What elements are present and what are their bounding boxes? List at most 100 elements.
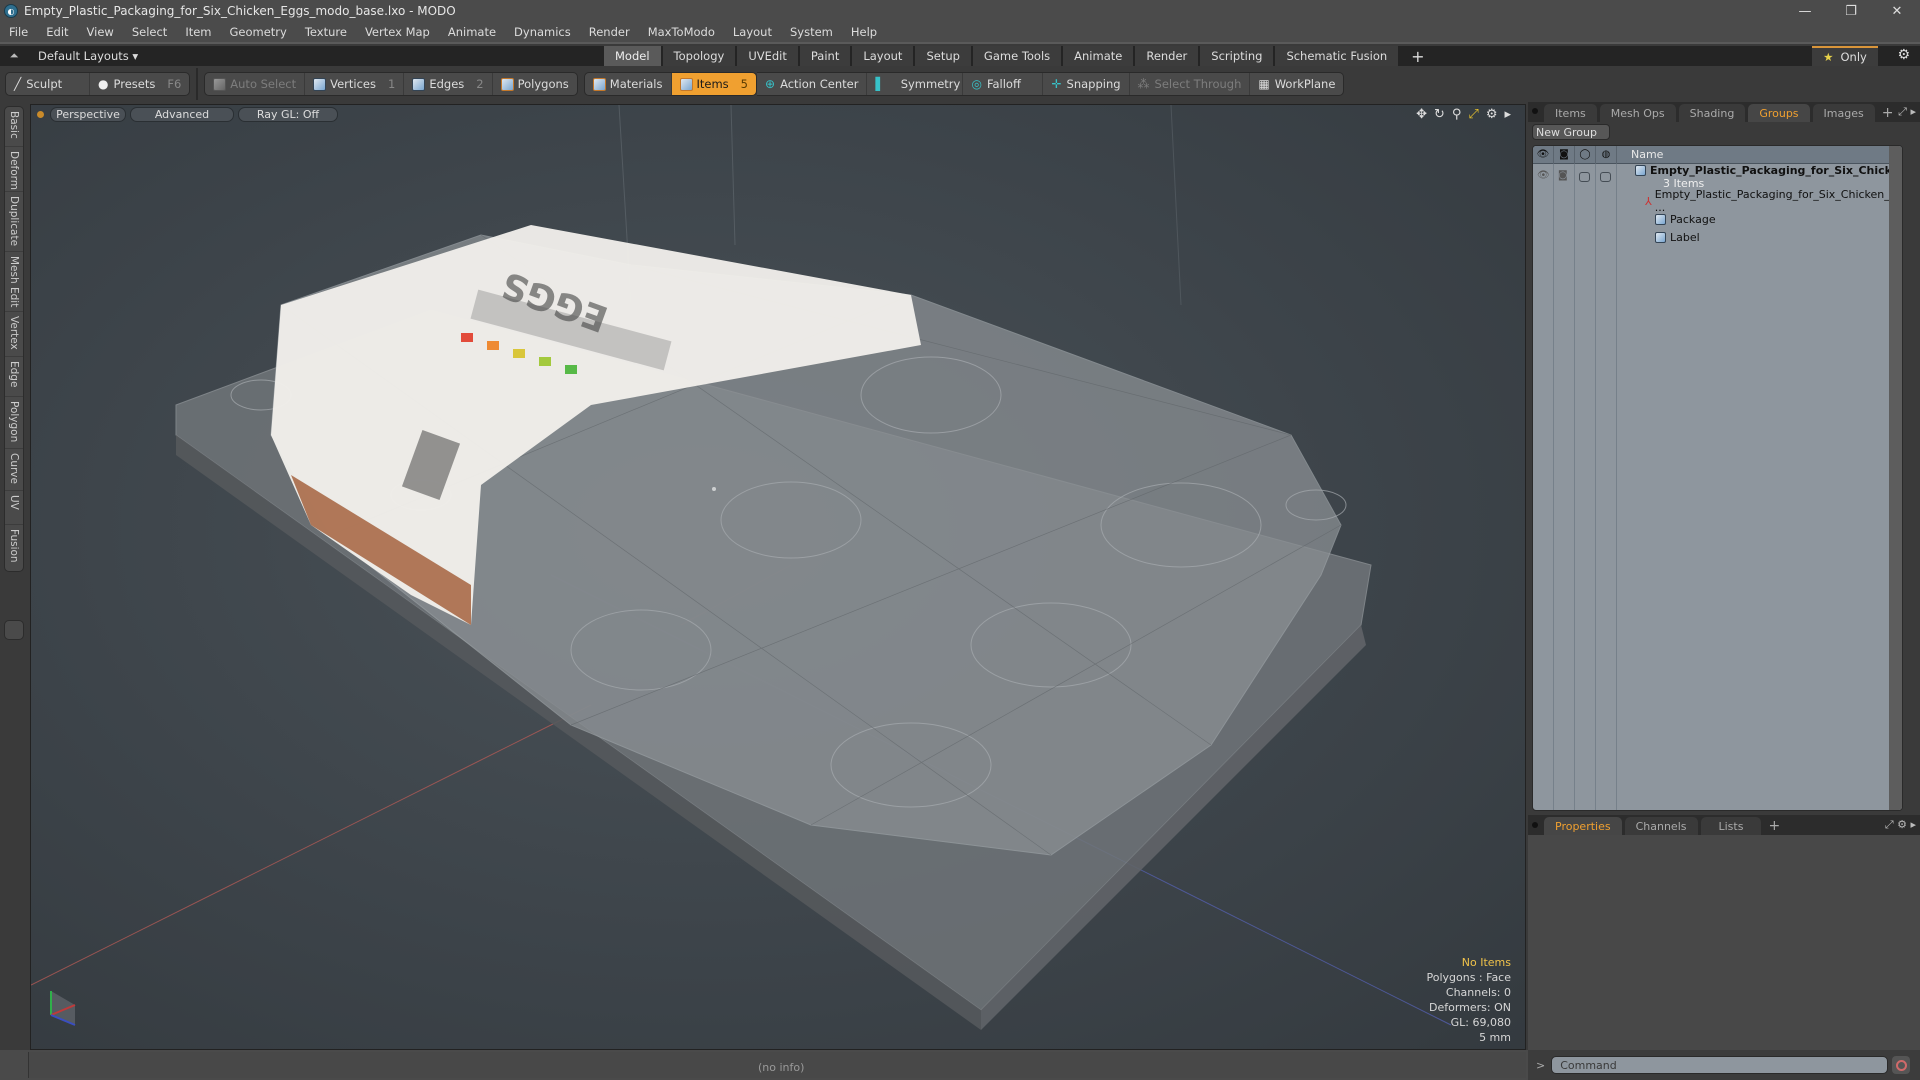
tree-scrollbar[interactable] bbox=[1889, 146, 1902, 810]
menu-geometry[interactable]: Geometry bbox=[221, 25, 296, 39]
tab-shading[interactable]: Shading bbox=[1678, 104, 1746, 122]
vtab-uv[interactable]: UV bbox=[5, 491, 23, 525]
viewport-options-dot[interactable] bbox=[37, 110, 44, 118]
zoom-icon[interactable]: ⚲ bbox=[1452, 107, 1462, 122]
collapse-up-icon[interactable]: ⏶ bbox=[0, 49, 28, 63]
tab-game-tools[interactable]: Game Tools bbox=[972, 46, 1064, 66]
tab-layout[interactable]: Layout bbox=[852, 46, 916, 66]
only-toggle[interactable]: ★ Only bbox=[1812, 46, 1878, 66]
raygl-toggle[interactable]: Ray GL: Off bbox=[238, 106, 338, 122]
polygons-mode-button[interactable]: Polygons bbox=[493, 73, 577, 95]
tab-uvedit[interactable]: UVEdit bbox=[737, 46, 800, 66]
workplane-button[interactable]: ▦ WorkPlane bbox=[1250, 73, 1343, 95]
expand-panel-icon[interactable]: ⤢ ▸ bbox=[1898, 105, 1916, 119]
tab-setup[interactable]: Setup bbox=[915, 46, 973, 66]
falloff-button[interactable]: ◎ Falloff bbox=[963, 73, 1044, 95]
panel-dot-icon[interactable] bbox=[1532, 822, 1538, 828]
panel-dot-icon[interactable] bbox=[1532, 108, 1538, 114]
new-group-button[interactable]: New Group bbox=[1532, 124, 1610, 140]
action-center-button[interactable]: ⊕ Action Center bbox=[757, 73, 868, 95]
menu-render[interactable]: Render bbox=[580, 25, 639, 39]
lock-icon[interactable]: ◯ bbox=[1575, 146, 1596, 164]
menu-maxtomodo[interactable]: MaxToModo bbox=[639, 25, 724, 39]
group-visibility-eye-icon[interactable]: 👁 bbox=[1537, 170, 1550, 181]
add-bottom-tab-button[interactable]: + bbox=[1764, 817, 1784, 835]
render-camera-icon[interactable]: ◙ bbox=[1554, 146, 1575, 164]
menu-select[interactable]: Select bbox=[123, 25, 176, 39]
vtab-basic[interactable]: Basic bbox=[5, 107, 23, 147]
pan-icon[interactable]: ✥ bbox=[1416, 107, 1427, 122]
menu-edit[interactable]: Edit bbox=[37, 25, 77, 39]
vtab-edge[interactable]: Edge bbox=[5, 357, 23, 397]
tree-item-package[interactable]: Package bbox=[1655, 211, 1716, 227]
menu-file[interactable]: File bbox=[0, 25, 37, 39]
menu-item[interactable]: Item bbox=[176, 25, 220, 39]
tab-items[interactable]: Items bbox=[1544, 104, 1597, 122]
tab-paint[interactable]: Paint bbox=[799, 46, 853, 66]
shading-mode-dropdown[interactable]: Advanced bbox=[130, 106, 234, 122]
viewport-menu-arrow-icon[interactable]: ▸ bbox=[1504, 107, 1511, 122]
add-layout-tab-button[interactable]: + bbox=[1400, 46, 1435, 66]
add-panel-tab-button[interactable]: + bbox=[1878, 104, 1898, 122]
group-select-checkbox[interactable] bbox=[1600, 172, 1611, 182]
menu-vertex-map[interactable]: Vertex Map bbox=[356, 25, 439, 39]
tab-schematic-fusion[interactable]: Schematic Fusion bbox=[1275, 46, 1401, 66]
select-icon[interactable]: ◍ bbox=[1596, 146, 1617, 164]
vtab-polygon[interactable]: Polygon bbox=[5, 397, 23, 449]
tab-render[interactable]: Render bbox=[1135, 46, 1201, 66]
visibility-eye-icon[interactable]: 👁 bbox=[1533, 146, 1554, 164]
vtab-vertex[interactable]: Vertex bbox=[5, 312, 23, 357]
tab-scripting[interactable]: Scripting bbox=[1200, 46, 1276, 66]
sculpt-button[interactable]: ╱ Sculpt bbox=[6, 73, 90, 95]
group-lock-checkbox[interactable] bbox=[1579, 172, 1590, 182]
menu-texture[interactable]: Texture bbox=[296, 25, 356, 39]
record-macro-button[interactable] bbox=[1892, 1056, 1911, 1074]
name-column-header[interactable]: Name bbox=[1617, 148, 1663, 161]
edges-mode-button[interactable]: Edges 2 bbox=[404, 73, 493, 95]
menu-dynamics[interactable]: Dynamics bbox=[505, 25, 580, 39]
select-through-button[interactable]: ⁂ Select Through bbox=[1130, 73, 1251, 95]
vtab-mesh-edit[interactable]: Mesh Edit bbox=[5, 252, 23, 312]
vtab-fusion[interactable]: Fusion bbox=[5, 525, 23, 571]
tab-animate[interactable]: Animate bbox=[1063, 46, 1136, 66]
3d-viewport[interactable]: EGGS Perspective Advanced Ray GL: Off ✥ … bbox=[30, 104, 1526, 1050]
default-layouts-dropdown[interactable]: Default Layouts ▾ bbox=[38, 49, 138, 63]
vtab-curve[interactable]: Curve bbox=[5, 449, 23, 491]
close-button[interactable]: ✕ bbox=[1874, 0, 1920, 22]
vtab-deform[interactable]: Deform bbox=[5, 147, 23, 192]
menu-layout[interactable]: Layout bbox=[724, 25, 781, 39]
menu-system[interactable]: System bbox=[781, 25, 842, 39]
tab-model[interactable]: Model bbox=[604, 46, 663, 66]
maximize-viewport-icon[interactable]: ⤢ bbox=[1468, 107, 1478, 122]
command-input[interactable]: Command bbox=[1551, 1056, 1889, 1074]
presets-button[interactable]: ● Presets F6 bbox=[90, 73, 189, 95]
materials-mode-button[interactable]: Materials bbox=[585, 73, 672, 95]
menu-help[interactable]: Help bbox=[842, 25, 886, 39]
vtab-duplicate[interactable]: Duplicate bbox=[5, 192, 23, 252]
snapping-button[interactable]: ✛ Snapping bbox=[1043, 73, 1130, 95]
tree-item-locator[interactable]: ⅄ Empty_Plastic_Packaging_for_Six_Chicke… bbox=[1645, 188, 1902, 214]
view-mode-dropdown[interactable]: Perspective bbox=[50, 106, 126, 122]
tab-channels[interactable]: Channels bbox=[1624, 817, 1698, 835]
maximize-button[interactable]: ❐ bbox=[1828, 0, 1874, 22]
bottom-panel-controls-icon[interactable]: ⤢ ⚙ ▸ bbox=[1885, 818, 1916, 832]
auto-select-button[interactable]: Auto Select bbox=[205, 73, 306, 95]
vertices-mode-button[interactable]: Vertices 1 bbox=[305, 73, 405, 95]
symmetry-button[interactable]: ▌ Symmetry bbox=[867, 73, 964, 95]
tab-groups[interactable]: Groups bbox=[1748, 104, 1810, 122]
menu-view[interactable]: View bbox=[78, 25, 123, 39]
rotate-icon[interactable]: ↻ bbox=[1434, 107, 1445, 122]
tab-mesh-ops[interactable]: Mesh Ops bbox=[1599, 104, 1676, 122]
viewport-settings-gear-icon[interactable]: ⚙ bbox=[1486, 107, 1498, 122]
tab-properties[interactable]: Properties bbox=[1544, 817, 1622, 835]
tab-images[interactable]: Images bbox=[1812, 104, 1875, 122]
minimize-button[interactable]: — bbox=[1782, 0, 1828, 22]
left-tabs-extra-button[interactable] bbox=[4, 620, 24, 640]
items-mode-button[interactable]: Items 5 bbox=[671, 73, 756, 95]
menu-animate[interactable]: Animate bbox=[439, 25, 505, 39]
tab-lists[interactable]: Lists bbox=[1700, 817, 1762, 835]
gear-icon[interactable]: ⚙ bbox=[1897, 47, 1910, 63]
tree-item-label[interactable]: Label bbox=[1655, 229, 1700, 245]
group-render-icon[interactable]: ◙ bbox=[1558, 170, 1568, 181]
tab-topology[interactable]: Topology bbox=[662, 46, 738, 66]
